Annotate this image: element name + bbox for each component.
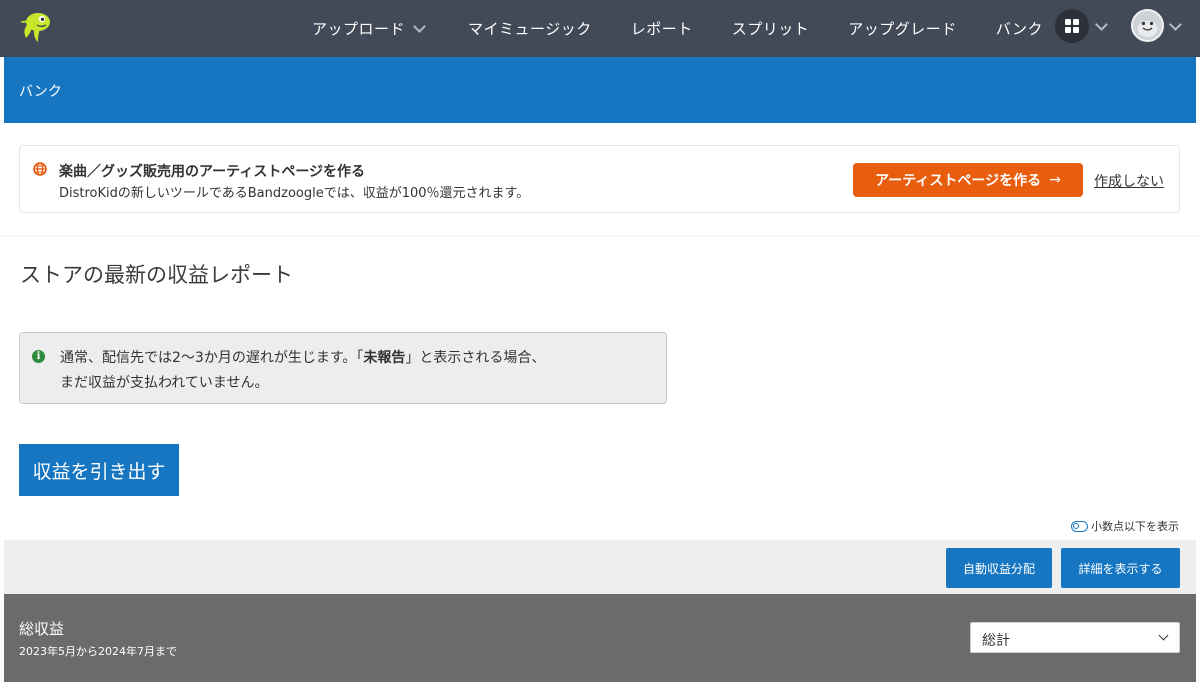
total-earnings-panel: 総収益 2023年5月から2024年7月まで 総計 [4,594,1196,682]
nav-upgrade-label: アップグレード [848,20,957,38]
notice-text-line1: 通常、配信先では2〜3か月の遅れが生じます。「未報告」と表示される場合、 [60,347,545,367]
show-decimals-toggle[interactable]: 小数点以下を表示 [1071,518,1179,534]
nav-upgrade[interactable]: アップグレード [848,18,957,39]
nav-upload-label: アップロード [312,20,406,38]
notice-text-line2: まだ収益が支払われていません。 [60,375,269,391]
notice-suffix: 」と表示される場合、 [405,350,546,366]
create-artist-page-label: アーティストページを作る [875,173,1042,189]
auto-split-button[interactable]: 自動収益分配 [946,548,1052,588]
grid-icon [1065,19,1079,33]
chevron-down-icon [413,19,426,33]
arrow-right-icon: → [1049,172,1061,188]
page-header: バンク [4,57,1196,123]
nav-splits-label: スプリット [731,20,810,38]
nav-menu: アップロード マイミュージック レポート スプリット アップグレード バンク [300,0,1043,57]
distrokid-logo-icon[interactable] [16,8,56,48]
nav-my-music-label: マイミュージック [468,20,592,38]
total-earnings-title: 総収益 [19,620,65,638]
chevron-down-icon[interactable] [1169,18,1182,31]
avatar[interactable] [1131,9,1164,42]
nav-bank[interactable]: バンク [996,18,1043,39]
withdraw-button[interactable]: 収益を引き出す [19,444,179,496]
show-decimals-label: 小数点以下を表示 [1091,520,1179,533]
nav-bank-label: バンク [995,20,1044,38]
totals-filter-value: 総計 [982,633,1010,649]
show-details-button[interactable]: 詳細を表示する [1061,548,1180,588]
nav-reports[interactable]: レポート [631,18,693,39]
notice-unreported: 未報告 [363,350,406,366]
toggle-switch-icon[interactable] [1071,520,1088,532]
nav-upload[interactable]: アップロード [312,18,426,39]
total-earnings-range: 2023年5月から2024年7月まで [19,645,177,658]
chevron-down-icon[interactable] [1095,18,1108,31]
notice-prefix: 通常、配信先では2〜3か月の遅れが生じます。「 [60,350,364,366]
apps-menu-button[interactable] [1055,9,1089,43]
promo-description: DistroKidの新しいツールであるBandzoogleでは、収益が100％還… [59,186,530,201]
nav-reports-label: レポート [630,20,693,38]
page-title: バンク [19,84,62,100]
chevron-down-icon [1158,630,1169,641]
page: アップロード マイミュージック レポート スプリット アップグレード バンク バ… [0,0,1200,688]
promo-title: 楽曲／グッズ販売用のアーティストページを作る [59,164,366,180]
section-heading: ストアの最新の収益レポート [20,263,293,287]
globe-icon [33,162,47,176]
divider [0,235,1200,237]
dismiss-promo-link[interactable]: 作成しない [1094,171,1164,191]
top-nav: アップロード マイミュージック レポート スプリット アップグレード バンク [0,0,1200,57]
create-artist-page-button[interactable]: アーティストページを作る → [853,163,1083,197]
avatar-face-icon [1133,11,1162,40]
nav-splits[interactable]: スプリット [732,18,810,39]
info-notice: i 通常、配信先では2〜3か月の遅れが生じます。「未報告」と表示される場合、 ま… [19,332,667,404]
totals-filter-select[interactable]: 総計 [970,622,1180,653]
nav-my-music[interactable]: マイミュージック [468,18,592,39]
info-icon: i [32,350,45,363]
artist-page-promo: 楽曲／グッズ販売用のアーティストページを作る DistroKidの新しいツールで… [19,145,1180,213]
